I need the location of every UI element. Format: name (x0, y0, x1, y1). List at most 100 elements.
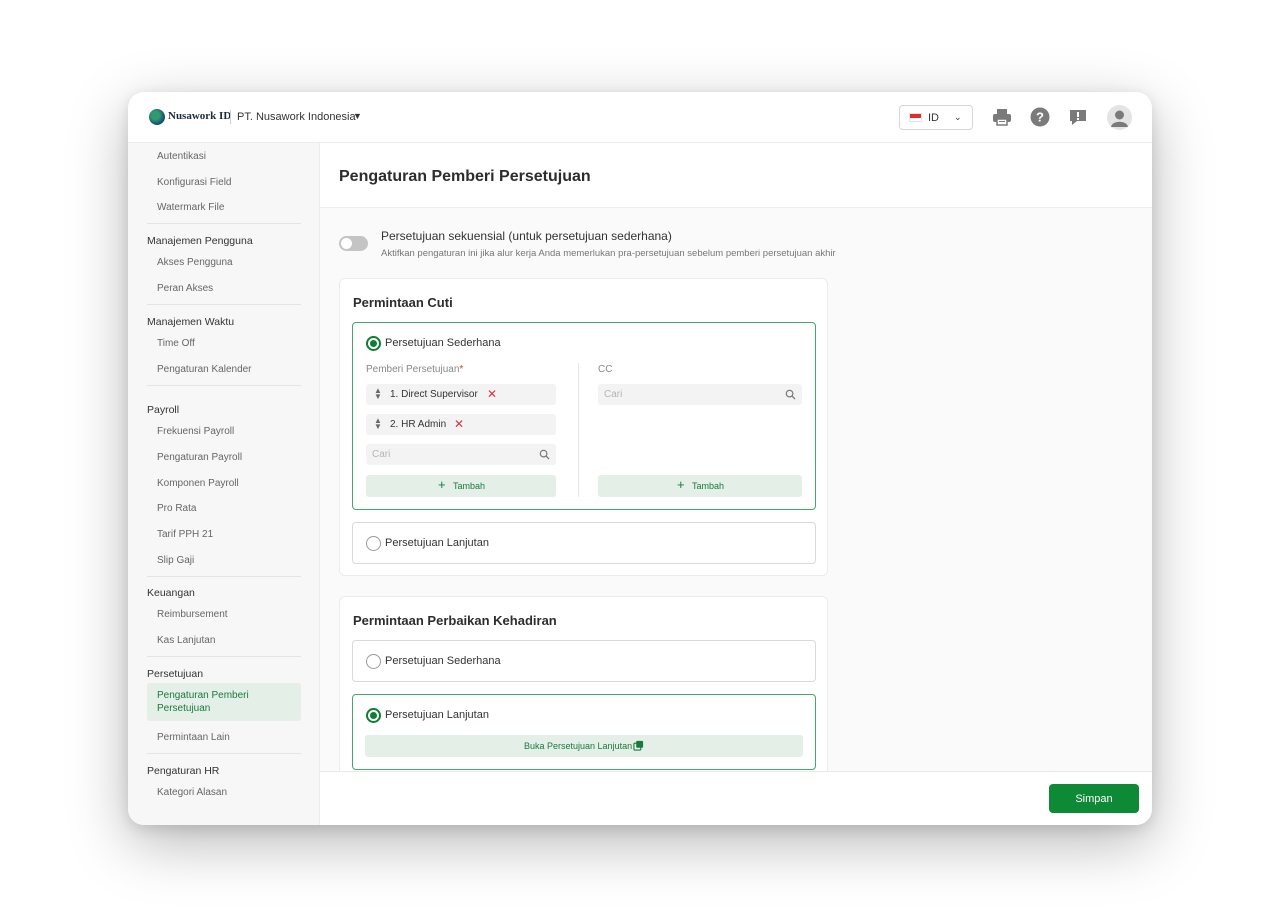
user-avatar[interactable] (1107, 105, 1132, 130)
plus-icon: + (677, 477, 685, 492)
sidebar-group-manajemen-pengguna: Manajemen Pengguna (147, 235, 253, 247)
sequential-approval-toggle[interactable] (339, 236, 368, 251)
top-header: Nusawork ID PT. Nusawork Indonesia ▼ ID … (128, 92, 1152, 143)
plus-icon: + (438, 477, 446, 492)
advanced-approval-option[interactable]: Persetujuan Lanjutan (352, 522, 816, 564)
indonesia-flag-icon (909, 113, 922, 122)
simple-approval-radio[interactable] (366, 336, 381, 351)
open-external-icon (633, 740, 644, 751)
button-label: Buka Persetujuan Lanjutan (524, 741, 633, 751)
sequential-approval-title: Persetujuan sekuensial (untuk persetujua… (381, 229, 672, 243)
sidebar-item-frekuensi-payroll[interactable]: Frekuensi Payroll (157, 426, 234, 437)
drag-handle-icon[interactable]: ▲ ▼ (374, 417, 382, 431)
sidebar-divider (147, 223, 301, 224)
remove-icon[interactable]: ✕ (487, 388, 497, 400)
sidebar-group-payroll: Payroll (147, 404, 180, 416)
settings-sidebar: Autentikasi Konfigurasi Field Watermark … (128, 143, 320, 825)
sidebar-item-slip-gaji[interactable]: Slip Gaji (157, 555, 194, 566)
cc-search[interactable] (598, 384, 802, 405)
option-label: Persetujuan Lanjutan (385, 537, 489, 549)
approver-search-input[interactable] (366, 444, 556, 465)
sidebar-divider (147, 385, 301, 386)
sidebar-item-reimbursement[interactable]: Reimbursement (157, 609, 228, 620)
advanced-approval-radio[interactable] (366, 708, 381, 723)
sidebar-item-pro-rata[interactable]: Pro Rata (157, 503, 196, 514)
feedback-icon[interactable] (1068, 107, 1088, 127)
sidebar-group-pengaturan-hr: Pengaturan HR (147, 765, 220, 777)
page-header: Pengaturan Pemberi Persetujuan (320, 143, 1152, 208)
svg-text:?: ? (1036, 110, 1044, 125)
sidebar-divider (147, 576, 301, 577)
card-title: Permintaan Perbaikan Kehadiran (353, 613, 557, 628)
sidebar-item-komponen-payroll[interactable]: Komponen Payroll (157, 478, 239, 489)
chevron-down-icon: ⌄ (954, 112, 962, 122)
card-title: Permintaan Cuti (353, 295, 453, 310)
drag-handle-icon[interactable]: ▲ ▼ (374, 387, 382, 401)
printer-icon[interactable] (992, 107, 1012, 127)
save-button[interactable]: Simpan (1049, 784, 1139, 813)
sidebar-item-permintaan-lain[interactable]: Permintaan Lain (157, 732, 230, 743)
approver-search[interactable] (366, 444, 556, 465)
chevron-down-icon[interactable]: ▼ (353, 111, 362, 121)
add-cc-button[interactable]: + Tambah (598, 475, 802, 497)
page-title: Pengaturan Pemberi Persetujuan (339, 168, 591, 185)
advanced-approval-option[interactable]: Persetujuan Lanjutan Buka Persetujuan La… (352, 694, 816, 770)
sidebar-item-akses-pengguna[interactable]: Akses Pengguna (157, 257, 233, 268)
sidebar-divider (147, 656, 301, 657)
add-approver-button[interactable]: + Tambah (366, 475, 556, 497)
approver-name: 2. HR Admin (390, 419, 447, 430)
approver-chip[interactable]: ▲ ▼ 1. Direct Supervisor ✕ (366, 384, 556, 405)
user-icon (1111, 110, 1128, 127)
advanced-approval-radio[interactable] (366, 536, 381, 551)
leave-request-card: Permintaan Cuti Persetujuan Sederhana Pe… (339, 278, 828, 576)
sequential-approval-description: Aktifkan pengaturan ini jika alur kerja … (381, 248, 836, 259)
search-icon (539, 449, 550, 460)
approver-name: 1. Direct Supervisor (390, 389, 478, 400)
search-icon (785, 389, 796, 400)
toggle-knob (341, 238, 352, 249)
cc-label: CC (598, 364, 613, 375)
app-window: Nusawork ID PT. Nusawork Indonesia ▼ ID … (128, 92, 1152, 825)
sidebar-item-konfigurasi-field[interactable]: Konfigurasi Field (157, 177, 231, 188)
brand-divider (230, 110, 231, 124)
cc-search-input[interactable] (598, 384, 802, 405)
main-content[interactable]: Pengaturan Pemberi Persetujuan Persetuju… (320, 143, 1152, 771)
approvers-label: Pemberi Persetujuan* (366, 364, 464, 375)
simple-approval-option[interactable]: Persetujuan Sederhana (352, 640, 816, 682)
simple-approval-radio[interactable] (366, 654, 381, 669)
sidebar-divider (147, 753, 301, 754)
required-mark: * (459, 364, 464, 375)
help-icon[interactable]: ? (1030, 107, 1050, 127)
sidebar-group-keuangan: Keuangan (147, 587, 195, 599)
simple-approval-option[interactable]: Persetujuan Sederhana Pemberi Persetujua… (352, 322, 816, 510)
sidebar-item-pengaturan-payroll[interactable]: Pengaturan Payroll (157, 452, 242, 463)
option-label: Persetujuan Sederhana (385, 655, 501, 667)
button-label: Tambah (453, 481, 486, 491)
sidebar-item-time-off[interactable]: Time Off (157, 338, 195, 349)
brand-name: Nusawork ID (168, 110, 232, 122)
action-footer: Simpan (320, 771, 1152, 825)
column-divider (578, 363, 579, 497)
language-code: ID (928, 112, 939, 124)
sidebar-item-pengaturan-kalender[interactable]: Pengaturan Kalender (157, 364, 252, 375)
sidebar-item-peran-akses[interactable]: Peran Akses (157, 283, 213, 294)
option-label: Persetujuan Lanjutan (385, 709, 489, 721)
option-label: Persetujuan Sederhana (385, 337, 501, 349)
sidebar-item-pengaturan-pemberi-persetujuan[interactable]: Pengaturan Pemberi Persetujuan (147, 683, 301, 721)
sidebar-divider (147, 304, 301, 305)
remove-icon[interactable]: ✕ (454, 418, 464, 430)
sidebar-item-tarif-pph-21[interactable]: Tarif PPH 21 (157, 529, 213, 540)
company-selector[interactable]: PT. Nusawork Indonesia (237, 111, 356, 123)
sidebar-item-label: Pengaturan Pemberi Persetujuan (157, 690, 249, 714)
sidebar-item-kategori-alasan[interactable]: Kategori Alasan (157, 787, 227, 798)
sidebar-item-kas-lanjutan[interactable]: Kas Lanjutan (157, 635, 215, 646)
attendance-correction-card: Permintaan Perbaikan Kehadiran Persetuju… (339, 596, 828, 771)
sidebar-item-autentikasi[interactable]: Autentikasi (157, 151, 206, 162)
sidebar-group-persetujuan: Persetujuan (147, 668, 204, 680)
approver-chip[interactable]: ▲ ▼ 2. HR Admin ✕ (366, 414, 556, 435)
language-select[interactable]: ID ⌄ (899, 105, 973, 130)
sidebar-item-watermark-file[interactable]: Watermark File (157, 202, 224, 213)
button-label: Tambah (692, 481, 725, 491)
brand-logo-icon (149, 109, 165, 125)
open-advanced-approval-button[interactable]: Buka Persetujuan Lanjutan (365, 735, 803, 757)
